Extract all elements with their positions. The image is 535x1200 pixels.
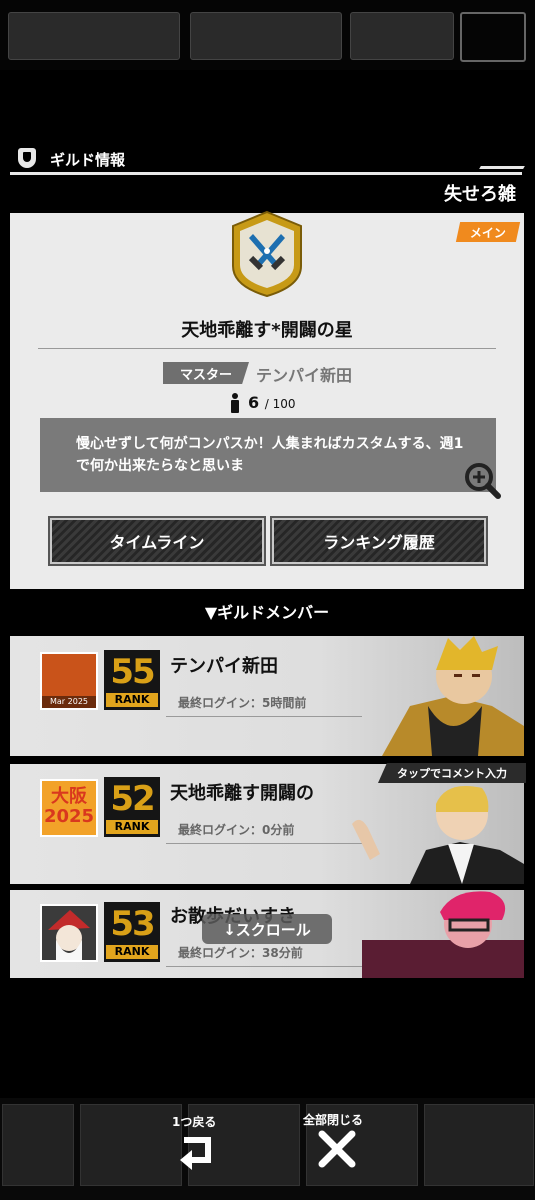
master-name: テンパイ新田 [256, 366, 353, 385]
member-count: 6 / 100 [248, 393, 295, 412]
top-points-chip [350, 12, 454, 60]
member-3-rank: 53 RANK [104, 902, 160, 962]
close-icon[interactable] [316, 1128, 358, 1170]
main-badge: メイン [455, 222, 521, 242]
nav-tile-gacha [424, 1104, 534, 1186]
member-2-last-login: 最終ログイン：0分前 [178, 823, 295, 837]
header-divider-tick [479, 166, 525, 169]
ranking-history-button[interactable]: ランキング履歴 [270, 516, 488, 566]
main-badge-label: メイン [469, 225, 506, 240]
member-3-last-login: 最終ログイン：38分前 [178, 946, 303, 960]
guild-emblem-icon [232, 210, 302, 298]
nav-tile-battle [80, 1104, 182, 1186]
member-2-portrait [352, 786, 524, 884]
members-header: ▼ギルドメンバー [204, 603, 330, 622]
top-settings-button [460, 12, 526, 62]
member-1-last-login: 最終ログイン：5時間前 [178, 696, 307, 710]
member-2-name: 天地乖離す開闢の [170, 783, 314, 804]
member-2-avatar-label: 大阪 2025 [43, 786, 95, 827]
member-1-avatar-label: Mar 2025 [42, 696, 96, 708]
member-3-rank-label: RANK [106, 945, 158, 959]
member-1-divider [166, 716, 362, 717]
member-1-portrait [382, 636, 524, 756]
top-profile-chip [8, 12, 180, 60]
member-1-rank-number: 55 [110, 652, 155, 692]
member-3-portrait [362, 891, 524, 978]
master-label: マスター [163, 362, 249, 384]
member-1-avatar: Mar 2025 [40, 652, 98, 710]
member-2-divider [166, 843, 362, 844]
member-3-divider [166, 966, 362, 967]
guild-name-divider [38, 348, 496, 349]
member-1-name: テンパイ新田 [170, 656, 278, 677]
member-3-avatar [40, 904, 98, 962]
page-title: ギルド情報 [50, 151, 126, 169]
guild-description: 慢心せずして何がコンパスか！人集まればカスタムする、週1で何か出来たらなと思いま [76, 436, 464, 474]
witch-icon [48, 910, 90, 960]
member-2-rank: 52 RANK [104, 777, 160, 837]
shield-icon [18, 148, 36, 168]
member-count-max: / 100 [264, 397, 296, 411]
back-label: 1つ戻る [172, 1115, 217, 1129]
member-count-value: 6 [248, 393, 260, 412]
guild-name: 天地乖離す*開闢の星 [181, 320, 353, 341]
member-1-rank: 55 RANK [104, 650, 160, 710]
timeline-button[interactable]: タイムライン [48, 516, 266, 566]
member-3-rank-number: 53 [110, 904, 155, 944]
back-icon[interactable] [178, 1130, 218, 1170]
nav-tile-home [2, 1104, 74, 1186]
person-icon [231, 393, 239, 413]
member-2-avatar: 大阪 2025 [40, 779, 98, 837]
scroll-hint: ↓スクロール [202, 914, 332, 944]
header-divider [10, 172, 522, 175]
member-1-rank-label: RANK [106, 693, 158, 707]
guild-subtitle: 失せろ雑 [444, 184, 516, 205]
close-all-label: 全部閉じる [303, 1113, 364, 1127]
member-2-rank-label: RANK [106, 820, 158, 834]
top-currency-chip [190, 12, 342, 60]
zoom-in-icon[interactable] [462, 460, 502, 500]
tap-comment-tag[interactable]: タップでコメント入力 [378, 763, 526, 783]
member-2-rank-number: 52 [110, 779, 155, 819]
